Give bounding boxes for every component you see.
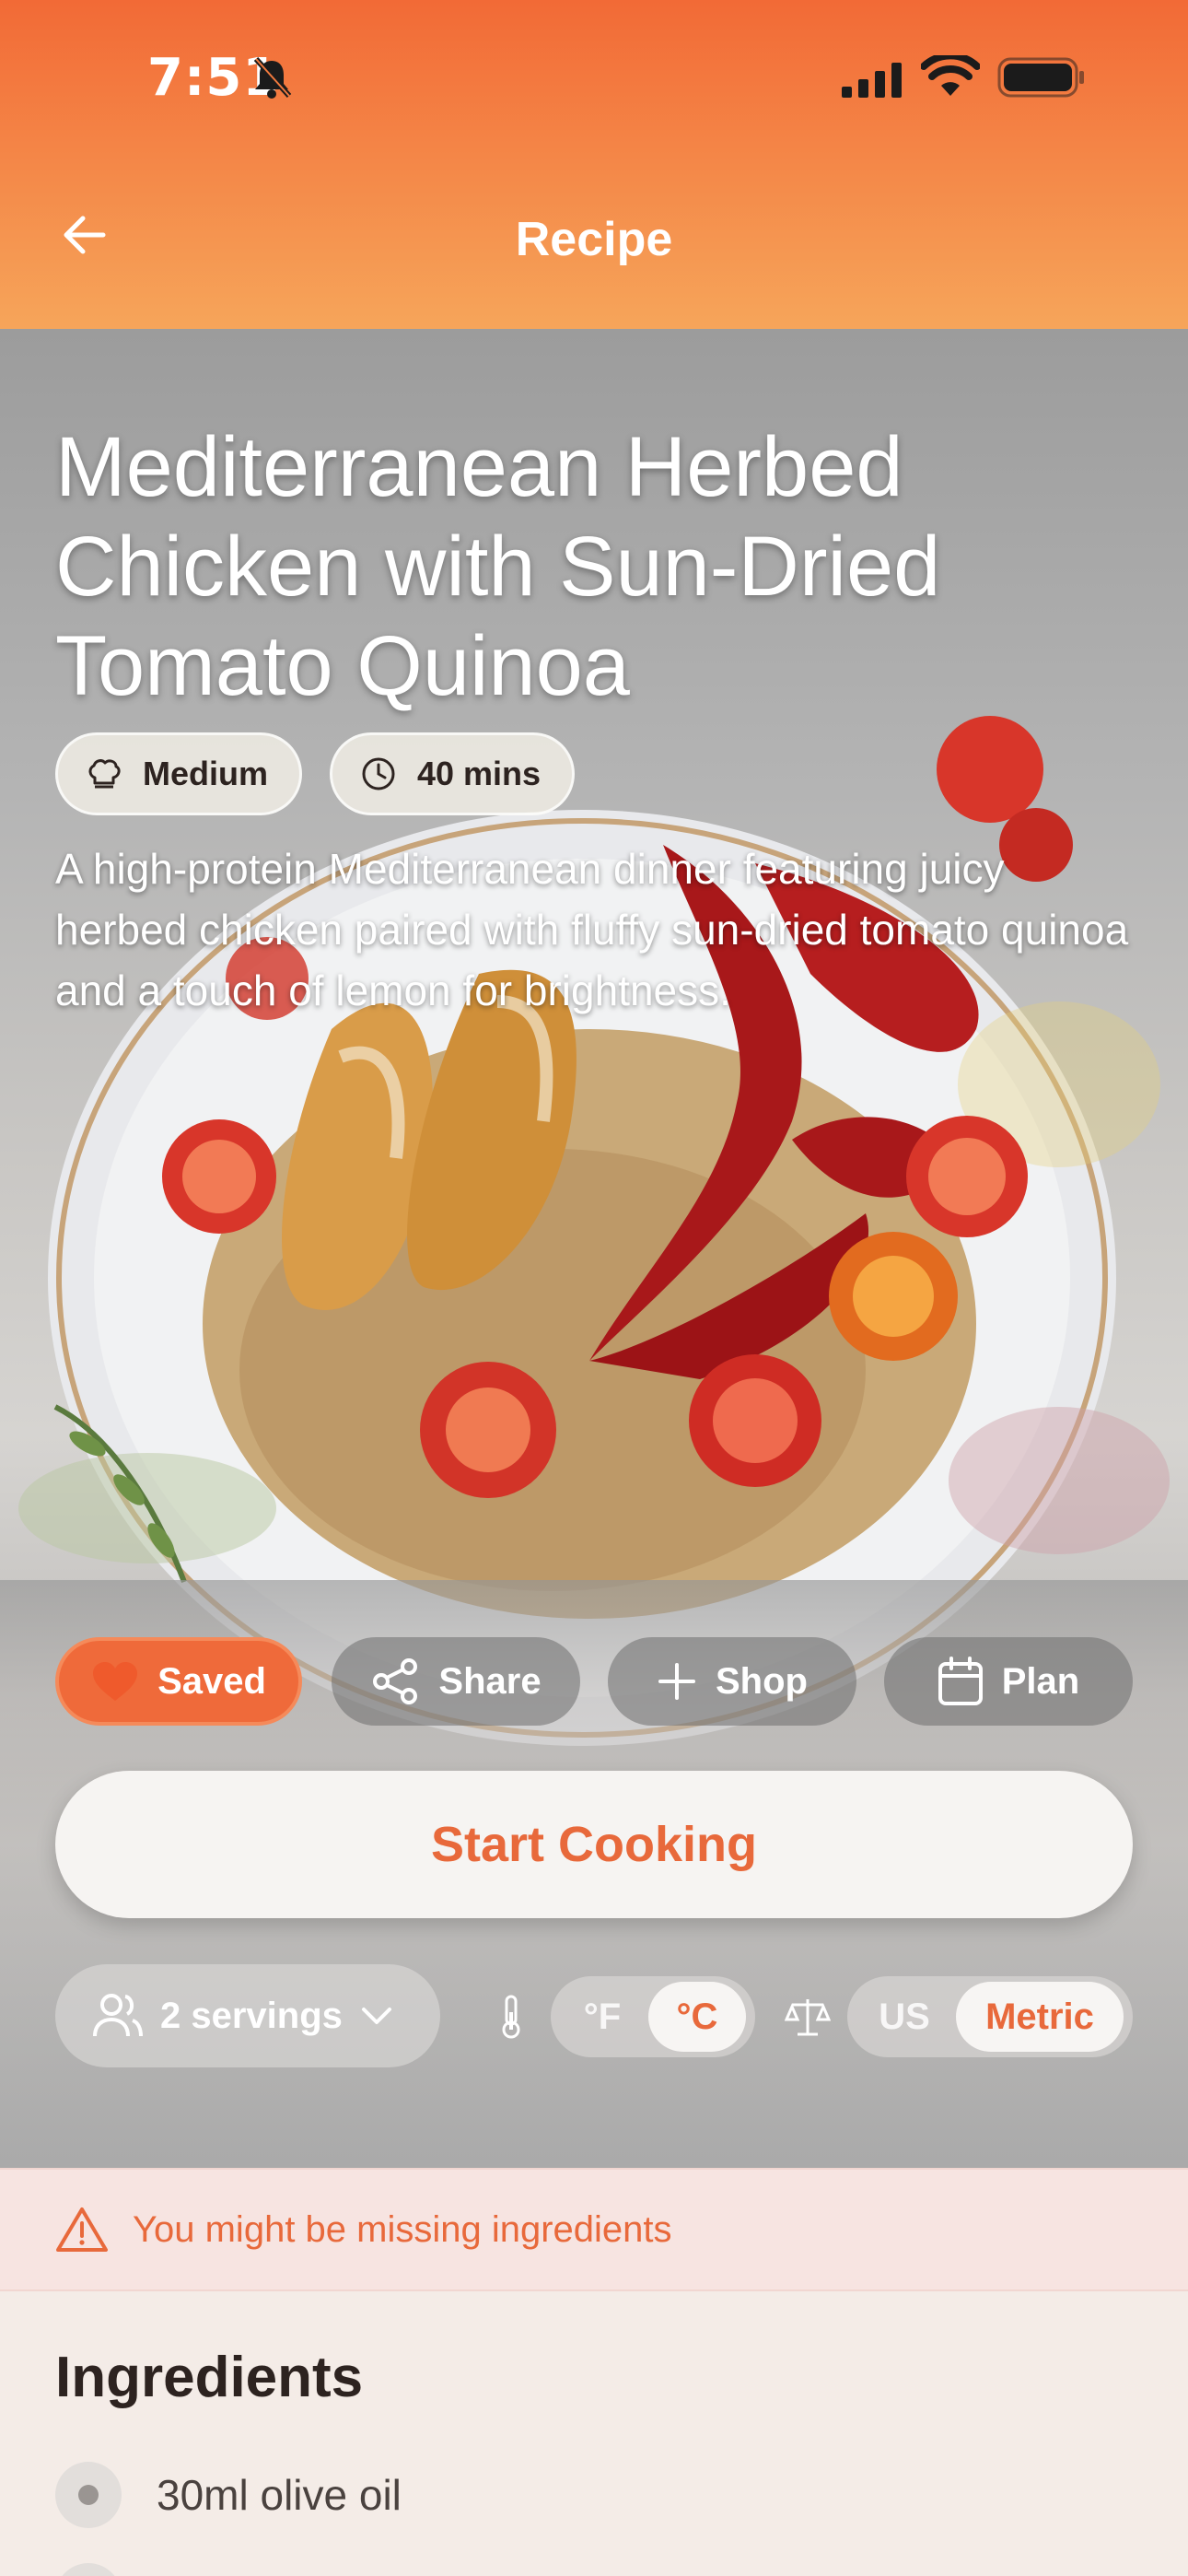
shop-label: Shop	[716, 1660, 808, 1702]
time-label: 40 mins	[417, 755, 542, 792]
clock-icon	[362, 757, 395, 790]
thermometer-icon	[502, 1995, 520, 2039]
start-cooking-button[interactable]: Start Cooking	[55, 1771, 1133, 1918]
recipe-title: Mediterranean Herbed Chicken with Sun-Dr…	[55, 420, 941, 713]
calendar-icon	[938, 1657, 983, 1705]
metric-units-option[interactable]: Metric	[956, 1982, 1124, 2052]
servings-selector[interactable]: 2 servings	[55, 1964, 440, 2067]
scale-icon	[785, 1999, 831, 2036]
app-header: 7:51 Recipe	[0, 0, 1188, 329]
battery-icon	[997, 57, 1084, 98]
people-icon	[93, 1994, 143, 2037]
chevron-down-icon	[361, 2008, 391, 2024]
share-label: Share	[438, 1660, 542, 1702]
unit-system-toggle: US Metric	[847, 1976, 1133, 2057]
bell-slash-icon	[253, 56, 292, 99]
ingredient-checkbox[interactable]	[55, 2462, 122, 2528]
fahrenheit-option[interactable]: °F	[556, 1982, 648, 2052]
difficulty-label: Medium	[143, 755, 269, 792]
ingredient-checkbox[interactable]	[55, 2563, 122, 2576]
servings-label: 2 servings	[160, 1995, 343, 2036]
time-chip: 40 mins	[330, 732, 576, 815]
ingredients-heading: Ingredients	[55, 2346, 364, 2409]
missing-ingredients-banner[interactable]: You might be missing ingredients	[0, 2168, 1188, 2291]
celsius-option[interactable]: °C	[648, 1982, 746, 2052]
page-title: Recipe	[515, 213, 673, 266]
warning-triangle-icon	[56, 2207, 108, 2252]
temperature-toggle: °F °C	[551, 1976, 755, 2057]
cellular-signal-icon	[842, 63, 902, 98]
shop-button[interactable]: Shop	[608, 1637, 856, 1726]
ingredient-item[interactable]: 30ml olive oil	[55, 2462, 402, 2528]
recipe-description: A high-protein Mediterranean dinner feat…	[55, 845, 1129, 1014]
warning-text: You might be missing ingredients	[133, 2208, 672, 2250]
share-icon	[373, 1658, 418, 1704]
plus-icon	[658, 1663, 695, 1700]
saved-label: Saved	[157, 1660, 266, 1702]
us-units-option[interactable]: US	[853, 1982, 956, 2052]
plan-label: Plan	[1001, 1660, 1080, 1702]
heart-icon	[93, 1662, 138, 1701]
difficulty-chip: Medium	[55, 732, 303, 815]
plan-button[interactable]: Plan	[884, 1637, 1133, 1726]
share-button[interactable]: Share	[332, 1637, 580, 1726]
ingredient-label: 30ml olive oil	[157, 2471, 402, 2519]
chef-hat-icon	[88, 759, 121, 789]
saved-button[interactable]: Saved	[55, 1637, 302, 1726]
wifi-icon	[921, 55, 980, 96]
